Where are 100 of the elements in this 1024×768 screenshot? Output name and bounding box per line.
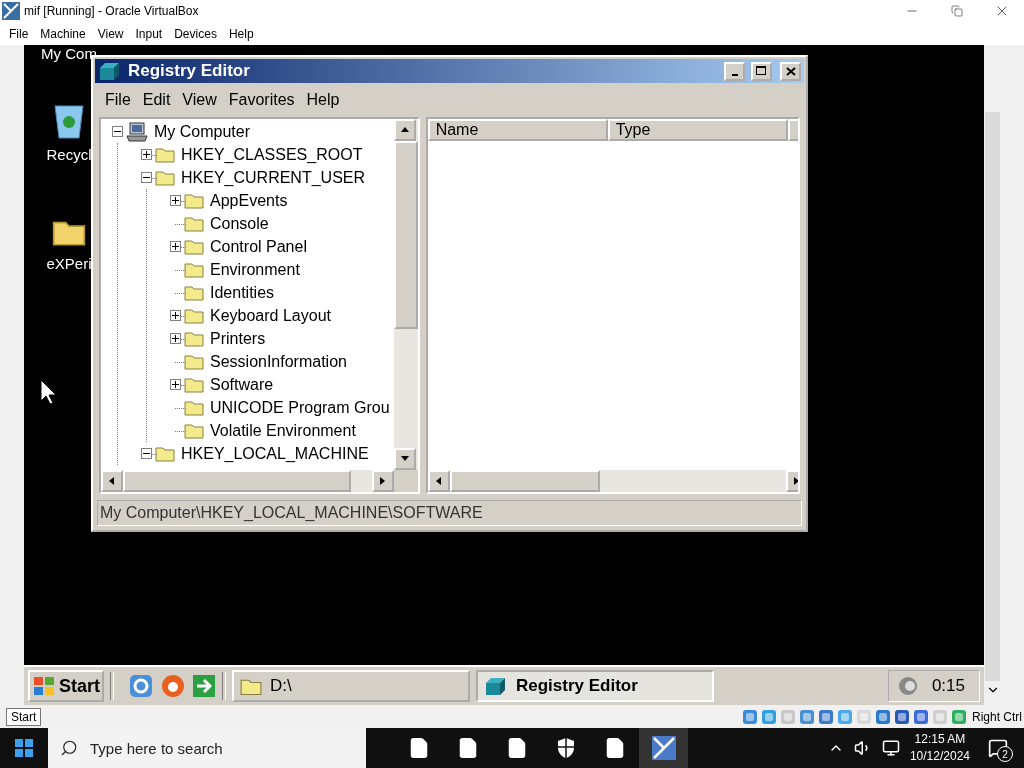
expand-icon[interactable] xyxy=(169,195,181,206)
tree-item[interactable]: My Computer xyxy=(154,122,251,141)
collapse-icon[interactable] xyxy=(140,172,152,183)
taskbar-app[interactable] xyxy=(639,728,688,768)
status-icon[interactable] xyxy=(799,708,815,725)
minimize-icon xyxy=(731,73,738,76)
scrollbar[interactable] xyxy=(427,470,798,492)
folder-icon xyxy=(184,307,204,324)
status-bar: My Computer\HKEY_LOCAL_MACHINE\SOFTWARE xyxy=(97,500,802,526)
tree-item[interactable]: Software xyxy=(210,375,274,394)
collapse-icon[interactable] xyxy=(140,448,152,459)
tree-item[interactable]: Keyboard Layout xyxy=(210,306,331,325)
expand-icon[interactable] xyxy=(169,379,181,390)
desktop-icon-label[interactable]: My Com xyxy=(41,45,97,62)
cursor-icon xyxy=(40,379,56,405)
folder-icon xyxy=(184,238,204,255)
menu-item[interactable]: Help xyxy=(222,26,260,41)
search-placeholder: Type here to search xyxy=(90,739,223,757)
up-arrow-icon xyxy=(399,125,410,135)
menu-item[interactable]: Machine xyxy=(34,26,92,41)
media-player-icon[interactable] xyxy=(160,673,186,699)
menu-item[interactable]: Edit xyxy=(136,91,177,109)
scrollbar[interactable] xyxy=(985,112,1000,681)
taskbar-button[interactable]: D:\ xyxy=(232,670,470,702)
folder-icon xyxy=(184,376,204,393)
desktop-icon-label[interactable]: eXPeri xyxy=(46,255,92,272)
collapse-icon[interactable] xyxy=(111,126,123,137)
tree-item[interactable]: HKEY_CURRENT_USER xyxy=(181,168,366,187)
arrow-right-icon[interactable] xyxy=(192,674,216,698)
network-icon[interactable] xyxy=(881,739,900,757)
tree-item[interactable]: HKEY_CLASSES_ROOT xyxy=(181,145,363,164)
menu-item[interactable]: File xyxy=(3,26,35,41)
tree-item[interactable]: Control Panel xyxy=(210,237,307,256)
app-icon xyxy=(650,735,677,761)
desktop-icon-label[interactable]: Recycl xyxy=(46,146,92,163)
folder-icon xyxy=(184,261,204,278)
status-icon[interactable] xyxy=(894,708,910,725)
folder-icon xyxy=(184,215,204,232)
folder-icon xyxy=(155,445,175,462)
right-arrow-icon xyxy=(791,476,798,486)
window-title: mif [Running] - Oracle VirtualBox xyxy=(24,4,200,18)
shield-icon xyxy=(555,737,576,759)
menu-item[interactable]: Devices xyxy=(168,26,223,41)
tree-item[interactable]: SessionInformation xyxy=(210,352,347,371)
expand-icon[interactable] xyxy=(169,310,181,321)
clock[interactable]: 12:15 AM 10/12/2024 xyxy=(909,731,970,765)
status-icon[interactable] xyxy=(761,708,777,725)
registry-icon xyxy=(98,60,122,82)
tree-item[interactable]: Environment xyxy=(210,260,300,279)
taskbar-button[interactable]: Registry Editor xyxy=(476,670,714,702)
left-arrow-icon xyxy=(107,476,117,486)
status-icon[interactable] xyxy=(742,708,758,725)
maximize-button[interactable] xyxy=(751,61,772,81)
folder-icon xyxy=(184,192,204,209)
status-icon[interactable] xyxy=(913,708,929,725)
notifications-button[interactable]: 2 xyxy=(980,728,1016,768)
menu-item[interactable]: Input xyxy=(129,26,169,41)
window-title: Registry Editor xyxy=(128,61,251,81)
close-button[interactable] xyxy=(780,61,801,81)
menu-item[interactable]: Help xyxy=(300,91,346,109)
tree-item[interactable]: UNICODE Program Grou xyxy=(210,398,390,417)
notification-count: 2 xyxy=(997,746,1013,762)
tooltip: Start xyxy=(6,708,42,726)
search-field[interactable]: Type here to search xyxy=(48,728,366,768)
date: 10/12/2024 xyxy=(909,748,970,765)
tree-item[interactable]: Printers xyxy=(210,329,266,348)
host-key-label: Right Ctrl xyxy=(972,709,1022,724)
expand-icon[interactable] xyxy=(169,241,181,252)
menu-item[interactable]: View xyxy=(91,26,130,41)
browser-icon[interactable] xyxy=(128,673,154,699)
search-icon xyxy=(60,739,78,757)
clock: 0:15 xyxy=(931,676,965,696)
expand-icon[interactable] xyxy=(169,333,181,344)
scrollbar-corner xyxy=(393,470,418,492)
time: 12:15 AM xyxy=(914,731,966,748)
column-header[interactable]: Type xyxy=(607,119,788,141)
start-button[interactable]: Start xyxy=(28,670,104,702)
folder-icon xyxy=(184,422,204,439)
minimize-button[interactable] xyxy=(724,61,745,81)
scrollbar[interactable] xyxy=(101,470,394,492)
menu-item[interactable]: Favorites xyxy=(222,91,301,109)
tree-item[interactable]: Identities xyxy=(210,283,275,302)
menu-item[interactable]: File xyxy=(99,91,137,109)
status-icon[interactable] xyxy=(818,708,834,725)
folder-icon xyxy=(184,353,204,370)
notification-icon xyxy=(988,738,1008,758)
column-header[interactable]: Name xyxy=(427,119,608,141)
speaker-icon[interactable] xyxy=(897,675,919,697)
folder-icon xyxy=(155,146,175,163)
registry-icon xyxy=(484,675,508,697)
close-icon xyxy=(785,66,796,76)
tree-item[interactable]: HKEY_LOCAL_MACHINE xyxy=(181,444,369,463)
expand-icon[interactable] xyxy=(140,149,152,160)
tree-item[interactable]: Volatile Environment xyxy=(210,421,356,440)
tree-item[interactable]: AppEvents xyxy=(210,191,288,210)
menu-item[interactable]: View xyxy=(176,91,223,109)
scrollbar[interactable] xyxy=(393,119,418,470)
folder-icon xyxy=(184,399,204,416)
status-icon[interactable] xyxy=(875,708,891,725)
tree-item[interactable]: Console xyxy=(210,214,269,233)
